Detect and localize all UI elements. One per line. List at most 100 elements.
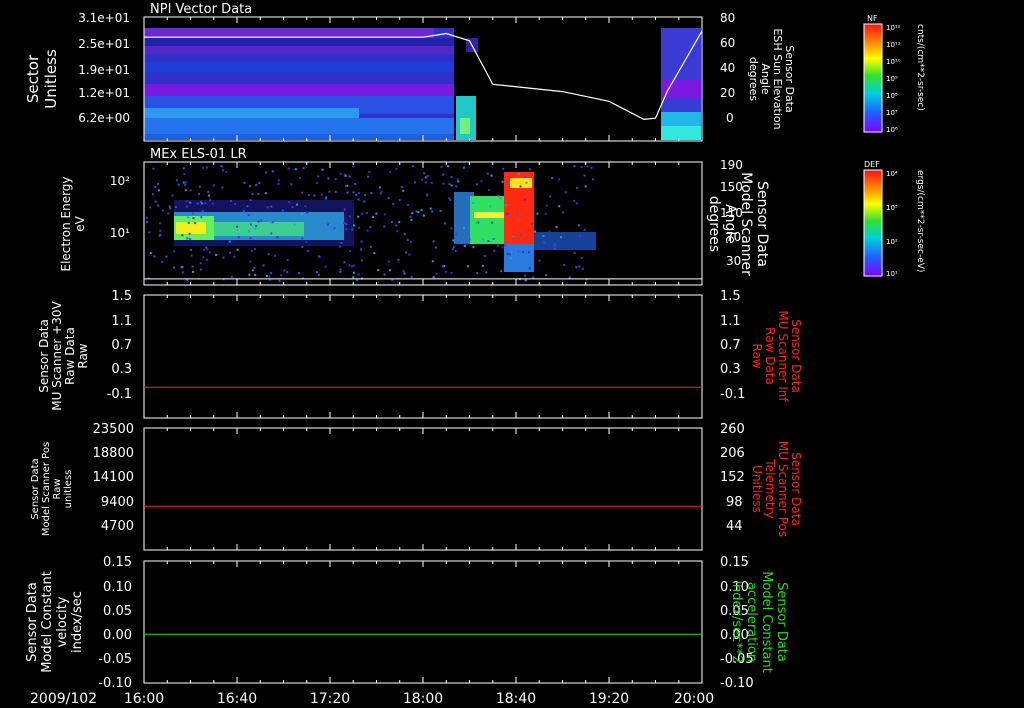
- spectrogram-pixel: [202, 166, 204, 169]
- spectrogram-pixel: [448, 183, 451, 186]
- spectrogram-pixel: [305, 240, 308, 243]
- spectrogram-pixel: [367, 175, 370, 178]
- spectrogram-pixel: [266, 206, 269, 209]
- npi-spectrogram: [144, 28, 701, 140]
- spectrogram-pixel: [149, 206, 152, 209]
- spectrogram-pixel: [357, 215, 360, 218]
- svg-text:Unitless: Unitless: [750, 465, 764, 513]
- spectrogram-pixel: [182, 181, 185, 184]
- spectrogram-pixel: [248, 273, 251, 276]
- p5-ytick: 0.15: [103, 555, 132, 570]
- spectrogram-pixel: [415, 210, 418, 213]
- spectrogram-pixel: [500, 270, 503, 273]
- spectrogram-pixel: [544, 212, 547, 215]
- spectrogram-pixel: [517, 172, 520, 175]
- spectrogram-pixel: [301, 191, 304, 194]
- spectrogram-pixel: [234, 203, 237, 206]
- spectrogram-pixel: [325, 196, 328, 199]
- spectrogram-pixel: [369, 245, 372, 248]
- p4-rlabel: Sensor Data MU Scanner Pos Telemetry Uni…: [750, 441, 803, 537]
- spectrogram-pixel: [372, 216, 374, 219]
- p1-rtick: 0: [726, 111, 734, 125]
- spectrogram-pixel: [206, 258, 209, 261]
- spectrogram-pixel: [194, 222, 197, 225]
- p3-ytick: 0.7: [111, 338, 132, 353]
- spectrogram-pixel: [242, 210, 245, 213]
- spectrogram-pixel: [237, 236, 240, 239]
- time-tick: 18:00: [403, 691, 443, 707]
- spectrogram-pixel: [230, 275, 233, 278]
- spectrogram-pixel: [206, 248, 209, 251]
- spectrogram-pixel: [253, 266, 256, 269]
- spectrogram-pixel: [320, 193, 323, 196]
- svg-text:Sensor Data: Sensor Data: [789, 452, 803, 526]
- spectrogram-pixel: [270, 221, 272, 224]
- spectrogram-pixel: [429, 207, 432, 210]
- spectrogram-pixel: [524, 279, 527, 282]
- spectrogram-pixel: [152, 193, 154, 196]
- spectrogram-pixel: [444, 270, 447, 273]
- time-tick: 19:20: [589, 691, 629, 707]
- p5-ylabel: Sensor Data Model Constant velocity inde…: [25, 571, 85, 673]
- time-axis: 16:00 16:40 17:20 18:00 18:40 19:20 20:0…: [124, 691, 714, 707]
- spectrogram-pixel: [168, 205, 171, 208]
- spectrogram-pixel: [196, 202, 199, 205]
- spectrogram-pixel: [247, 213, 250, 216]
- spectrogram-pixel: [432, 240, 435, 243]
- spectrogram-pixel: [411, 165, 414, 168]
- spectrogram-pixel: [208, 251, 211, 254]
- spectrogram-pixel: [406, 238, 409, 241]
- p5-ytick: 0.10: [103, 580, 132, 595]
- spectrogram-pixel: [465, 242, 468, 245]
- spectrogram-pixel: [190, 254, 193, 257]
- panel5-left-axis: 0.15 0.10 0.05 0.00 -0.05 -0.10: [98, 555, 132, 691]
- spectrogram-pixel: [396, 230, 399, 233]
- spectrogram-pixel: [262, 264, 265, 267]
- colorbar-def-label: ergs/(cm**2-sr-sec-eV): [915, 170, 925, 272]
- spectrogram-pixel: [191, 265, 194, 268]
- spectrogram-pixel: [209, 199, 212, 202]
- spectrogram-pixel: [402, 270, 405, 273]
- p4-rtick: 44: [726, 519, 743, 534]
- spectrogram-pixel: [318, 255, 320, 258]
- p3-rlabel: Sensor Data MU Scanner Inf Raw Data Raw: [750, 310, 803, 402]
- spectrogram-pixel: [409, 215, 412, 218]
- spectrogram-pixel: [389, 171, 392, 173]
- spectrogram-pixel: [543, 248, 546, 250]
- panel2-left-axis: 10² 10¹: [110, 174, 130, 240]
- p1-rtick: 80: [720, 11, 735, 25]
- spectrogram-pixel: [278, 279, 281, 282]
- spectrogram-pixel: [402, 189, 405, 192]
- spectrogram-pixel: [509, 257, 512, 260]
- svg-text:10⁷: 10⁷: [886, 109, 898, 117]
- spectrogram-pixel: [529, 168, 531, 171]
- spectrogram-pixel: [366, 229, 369, 232]
- spectrogram-pixel: [177, 183, 180, 186]
- svg-text:eV: eV: [73, 215, 87, 231]
- spectrogram-pixel: [343, 261, 346, 264]
- spectrogram-pixel: [578, 265, 581, 268]
- spectrogram-pixel: [266, 275, 268, 277]
- p4-ytick: 23500: [93, 422, 134, 437]
- p2-rtick: 190: [720, 158, 743, 172]
- spectrogram-pixel: [482, 238, 485, 241]
- svg-text:velocity: velocity: [55, 596, 70, 647]
- spectrogram-pixel: [207, 194, 210, 197]
- spectrogram-pixel: [553, 247, 556, 250]
- spectrogram-pixel: [300, 213, 303, 215]
- spectrogram-pixel: [167, 212, 170, 215]
- spectrogram-pixel: [255, 225, 258, 227]
- spectrogram-pixel: [258, 182, 261, 185]
- spectrogram-pixel: [343, 222, 346, 224]
- spectrogram-pixel: [406, 204, 409, 207]
- spectrogram-pixel: [294, 168, 297, 171]
- spectrogram-pixel: [581, 267, 584, 270]
- spectrogram-pixel: [532, 276, 535, 279]
- spectrogram-pixel: [236, 248, 239, 251]
- spectrogram-pixel: [397, 258, 400, 261]
- svg-text:Raw Data: Raw Data: [763, 327, 777, 385]
- spectrogram-pixel: [293, 223, 296, 226]
- spectrogram-pixel: [301, 245, 304, 248]
- panel3-right-axis: 1.5 1.1 0.7 0.3 -0.1: [720, 289, 745, 402]
- spectrogram-pixel: [246, 205, 249, 208]
